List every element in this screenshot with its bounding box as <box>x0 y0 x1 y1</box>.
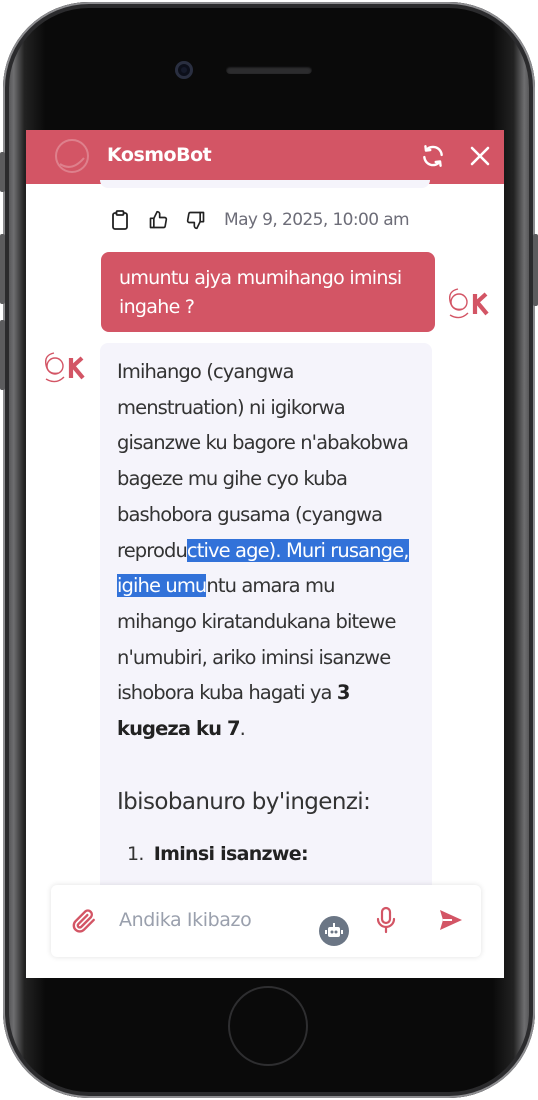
power-button <box>533 234 538 306</box>
chat-screen: KosmoBot May 9, 2025, 10:00 am umuntu aj… <box>26 130 504 978</box>
selected-text: igihe umu <box>117 574 207 598</box>
list-number: 1. <box>127 843 144 865</box>
thumbs-down-icon[interactable] <box>184 208 208 232</box>
clipboard-icon[interactable] <box>108 208 132 232</box>
chat-header: KosmoBot <box>26 130 504 184</box>
refresh-icon[interactable] <box>419 142 447 170</box>
user-message-line: ingahe ? <box>119 296 195 318</box>
list-item-label: Iminsi isanzwe: <box>153 843 309 865</box>
message-timestamp: May 9, 2025, 10:00 am <box>224 210 410 230</box>
user-message-line: umuntu ajya mumihango iminsi <box>119 267 402 289</box>
message-actions: May 9, 2025, 10:00 am <box>108 208 410 232</box>
thumbs-up-icon[interactable] <box>146 208 170 232</box>
send-icon[interactable] <box>439 909 463 936</box>
message-input[interactable]: Andika Ikibazo <box>119 909 252 931</box>
user-message-bubble: umuntu ajya mumihango iminsi ingahe ? <box>101 252 435 332</box>
paperclip-icon[interactable] <box>71 908 97 939</box>
chat-title: KosmoBot <box>107 144 212 166</box>
home-button[interactable] <box>228 986 308 1066</box>
microphone-icon[interactable] <box>375 906 397 939</box>
bot-message-text: Imihango (cyangwa menstruation) ni igiko… <box>117 354 422 747</box>
message-input-bar: Andika Ikibazo <box>51 885 481 957</box>
user-avatar-logo-icon <box>448 288 489 319</box>
mute-switch <box>0 152 5 192</box>
volume-down-button <box>0 320 5 390</box>
logo-watermark-icon <box>55 139 89 173</box>
close-icon[interactable] <box>466 142 494 170</box>
selected-text: ctive age). Muri rusange, <box>186 538 409 562</box>
bot-message-bubble: Imihango (cyangwa menstruation) ni igiko… <box>100 343 432 903</box>
earpiece-speaker <box>226 66 312 74</box>
bot-avatar-logo-icon <box>44 352 85 383</box>
robot-icon[interactable] <box>319 916 349 946</box>
bot-section-heading: Ibisobanuro by'ingenzi: <box>117 789 371 815</box>
front-camera <box>175 61 193 79</box>
bot-text-part: . <box>239 717 246 741</box>
bot-text-part: Imihango (cyangwa menstruation) ni igiko… <box>117 360 409 562</box>
volume-up-button <box>0 234 5 304</box>
previous-message-bubble <box>100 180 430 188</box>
bot-list-item: 1. Iminsi isanzwe: <box>127 843 309 865</box>
